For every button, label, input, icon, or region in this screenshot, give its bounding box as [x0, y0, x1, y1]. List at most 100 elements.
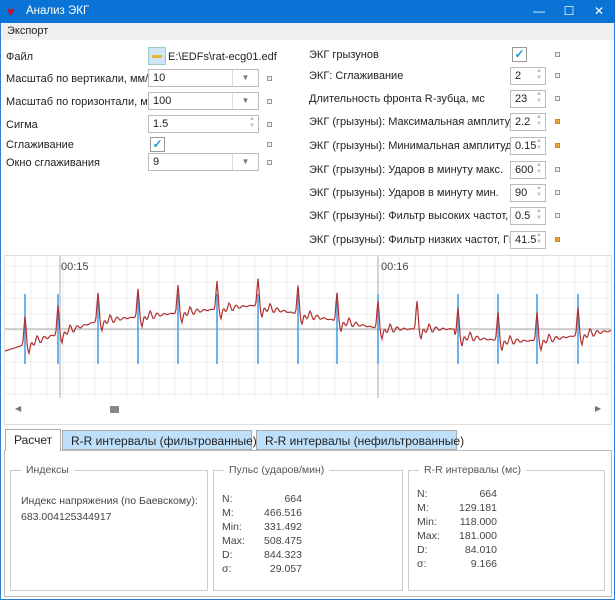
stat-row: D: 844.323 [222, 549, 302, 561]
stat-row: Min: 118.000 [417, 516, 497, 528]
ecg-signal [4, 278, 612, 356]
stat-label: Max: [222, 535, 245, 547]
stat-value: 181.000 [459, 530, 497, 542]
stat-value: 508.475 [264, 535, 302, 547]
param-label: ЭКГ (грызуны): Фильтр высоких частот, Гц [309, 210, 524, 222]
stat-label: σ: [417, 558, 427, 570]
param-label: ЭКГ (грызуны): Максимальная амплитуда, м… [309, 116, 544, 128]
stat-value: 129.181 [459, 502, 497, 514]
stat-label: N: [222, 493, 233, 505]
smoothing-checkbox[interactable]: ✓ [150, 137, 165, 152]
spin-arrows-icon[interactable]: ▲ ▼ [247, 116, 257, 132]
param-marker [555, 190, 560, 195]
window-value: 9 [153, 156, 160, 168]
folder-icon[interactable]: ▬ [148, 47, 166, 65]
param-spinner[interactable]: 23 ▲ ▼ [510, 90, 546, 108]
stat-row: N: 664 [417, 488, 497, 500]
stat-row: M: 466.516 [222, 507, 302, 519]
stat-value: 84.010 [464, 544, 497, 556]
param-marker [267, 142, 272, 147]
stat-row: Max: 508.475 [222, 535, 302, 547]
time-label: 00:15 [61, 261, 89, 273]
stat-value: 664 [479, 488, 497, 500]
rr-title: R-R интервалы (мс) [419, 464, 526, 476]
stat-label: N: [417, 488, 428, 500]
stat-value: 664 [284, 493, 302, 505]
window-label: Окно сглаживания [6, 157, 100, 169]
chevron-down-icon: ▼ [232, 70, 258, 86]
param-label: ЭКГ (грызуны): Ударов в минуту мин. [309, 187, 499, 199]
rr-group: R-R интервалы (мс) N: 664 M: 129.181 Min: 118… [408, 464, 605, 591]
param-label: ЭКГ грызунов [309, 49, 379, 61]
ecg-plot [4, 256, 612, 398]
spin-arrows-icon[interactable]: ▲ ▼ [534, 232, 544, 248]
hscale-label: Масштаб по горизонтали, мм/с [6, 96, 164, 108]
stat-label: D: [417, 544, 428, 556]
sigma-value: 1.5 [153, 118, 169, 130]
spin-arrows-icon[interactable]: ▲ ▼ [534, 114, 544, 130]
stat-label: Max: [417, 530, 440, 542]
stat-label: Min: [417, 516, 437, 528]
file-path: E:\EDFs\rat-ecg01.edf [168, 51, 277, 63]
stat-value: 29.057 [269, 563, 302, 575]
stat-row: σ: 29.057 [222, 563, 302, 575]
param-value: 0.5 [515, 210, 531, 222]
baevsky-label: Индекс напряжения (по Баевскому): [21, 495, 198, 507]
tab-calculation[interactable]: Расчет [5, 429, 61, 451]
param-value: 2.2 [515, 116, 531, 128]
file-label: Файл [6, 51, 34, 63]
spin-arrows-icon[interactable]: ▲ ▼ [534, 68, 544, 84]
baevsky-value: 683.004125344917 [21, 511, 112, 523]
param-marker [555, 96, 560, 101]
maximize-button[interactable]: ☐ [554, 0, 584, 23]
param-value: 600 [515, 164, 534, 176]
param-value: 90 [515, 187, 528, 199]
stat-row: N: 664 [222, 493, 302, 505]
minimize-button[interactable]: — [524, 0, 554, 23]
window-title: Анализ ЭКГ [26, 5, 90, 17]
stat-value: 118.000 [459, 516, 497, 528]
param-label: ЭКГ (грызуны): Минимальная амплитуда, мВ [309, 140, 539, 152]
scroll-left-icon[interactable]: ◀ [15, 404, 21, 413]
param-spinner[interactable]: 600 ▲ ▼ [510, 161, 546, 179]
sigma-spinner[interactable]: 1.5 ▲ ▼ [148, 115, 259, 133]
param-spinner[interactable]: 2.2 ▲ ▼ [510, 113, 546, 131]
spin-arrows-icon[interactable]: ▲ ▼ [534, 138, 544, 154]
param-marker [555, 119, 560, 124]
param-spinner[interactable]: 0.5 ▲ ▼ [510, 207, 546, 225]
param-label: ЭКГ (грызуны): Ударов в минуту макс. [309, 164, 504, 176]
chevron-down-icon: ▼ [232, 93, 258, 109]
param-marker [555, 237, 560, 242]
menu-export[interactable]: Экспорт [7, 25, 48, 37]
stat-label: Min: [222, 521, 242, 533]
window-combo[interactable]: 9 ▼ [148, 153, 259, 171]
param-label: Длительность фронта R-зубца, мс [309, 93, 485, 105]
spin-arrows-icon[interactable]: ▲ ▼ [534, 208, 544, 224]
scroll-right-icon[interactable]: ▶ [595, 404, 601, 413]
rodent-ecg-checkbox[interactable]: ✓ [512, 47, 527, 62]
tab-rr-filtered[interactable]: R-R интервалы (фильтрованные) [62, 430, 257, 450]
param-spinner[interactable]: 90 ▲ ▼ [510, 184, 546, 202]
spin-arrows-icon[interactable]: ▲ ▼ [534, 162, 544, 178]
tab-rr-unfiltered[interactable]: R-R интервалы (нефильтрованные) [256, 430, 464, 450]
vscale-combo[interactable]: 10 ▼ [148, 69, 259, 87]
param-spinner[interactable]: 2 ▲ ▼ [510, 67, 546, 85]
param-spinner[interactable]: 41.5 ▲ ▼ [510, 231, 546, 249]
ecg-chart[interactable]: 00:15 00:16 ◀ ▶ [4, 255, 612, 425]
spin-arrows-icon[interactable]: ▲ ▼ [534, 185, 544, 201]
param-spinner[interactable]: 0.15 ▲ ▼ [510, 137, 546, 155]
pulse-title: Пульс (ударов/мин) [224, 464, 330, 476]
title-bar: ♥ Анализ ЭКГ — ☐ ✕ [0, 0, 615, 23]
param-label: ЭКГ: Сглаживание [309, 70, 404, 82]
indices-group: Индексы Индекс напряжения (по Баевскому)… [10, 464, 208, 591]
hscale-combo[interactable]: 100 ▼ [148, 92, 259, 110]
stat-row: σ: 9.166 [417, 558, 497, 570]
stat-value: 844.323 [264, 549, 302, 561]
param-marker [267, 122, 272, 127]
scrollbar-thumb[interactable] [110, 406, 119, 413]
param-marker [555, 143, 560, 148]
stat-row: D: 84.010 [417, 544, 497, 556]
spin-arrows-icon[interactable]: ▲ ▼ [534, 91, 544, 107]
smoothing-label: Сглаживание [6, 139, 74, 151]
close-button[interactable]: ✕ [584, 0, 614, 23]
